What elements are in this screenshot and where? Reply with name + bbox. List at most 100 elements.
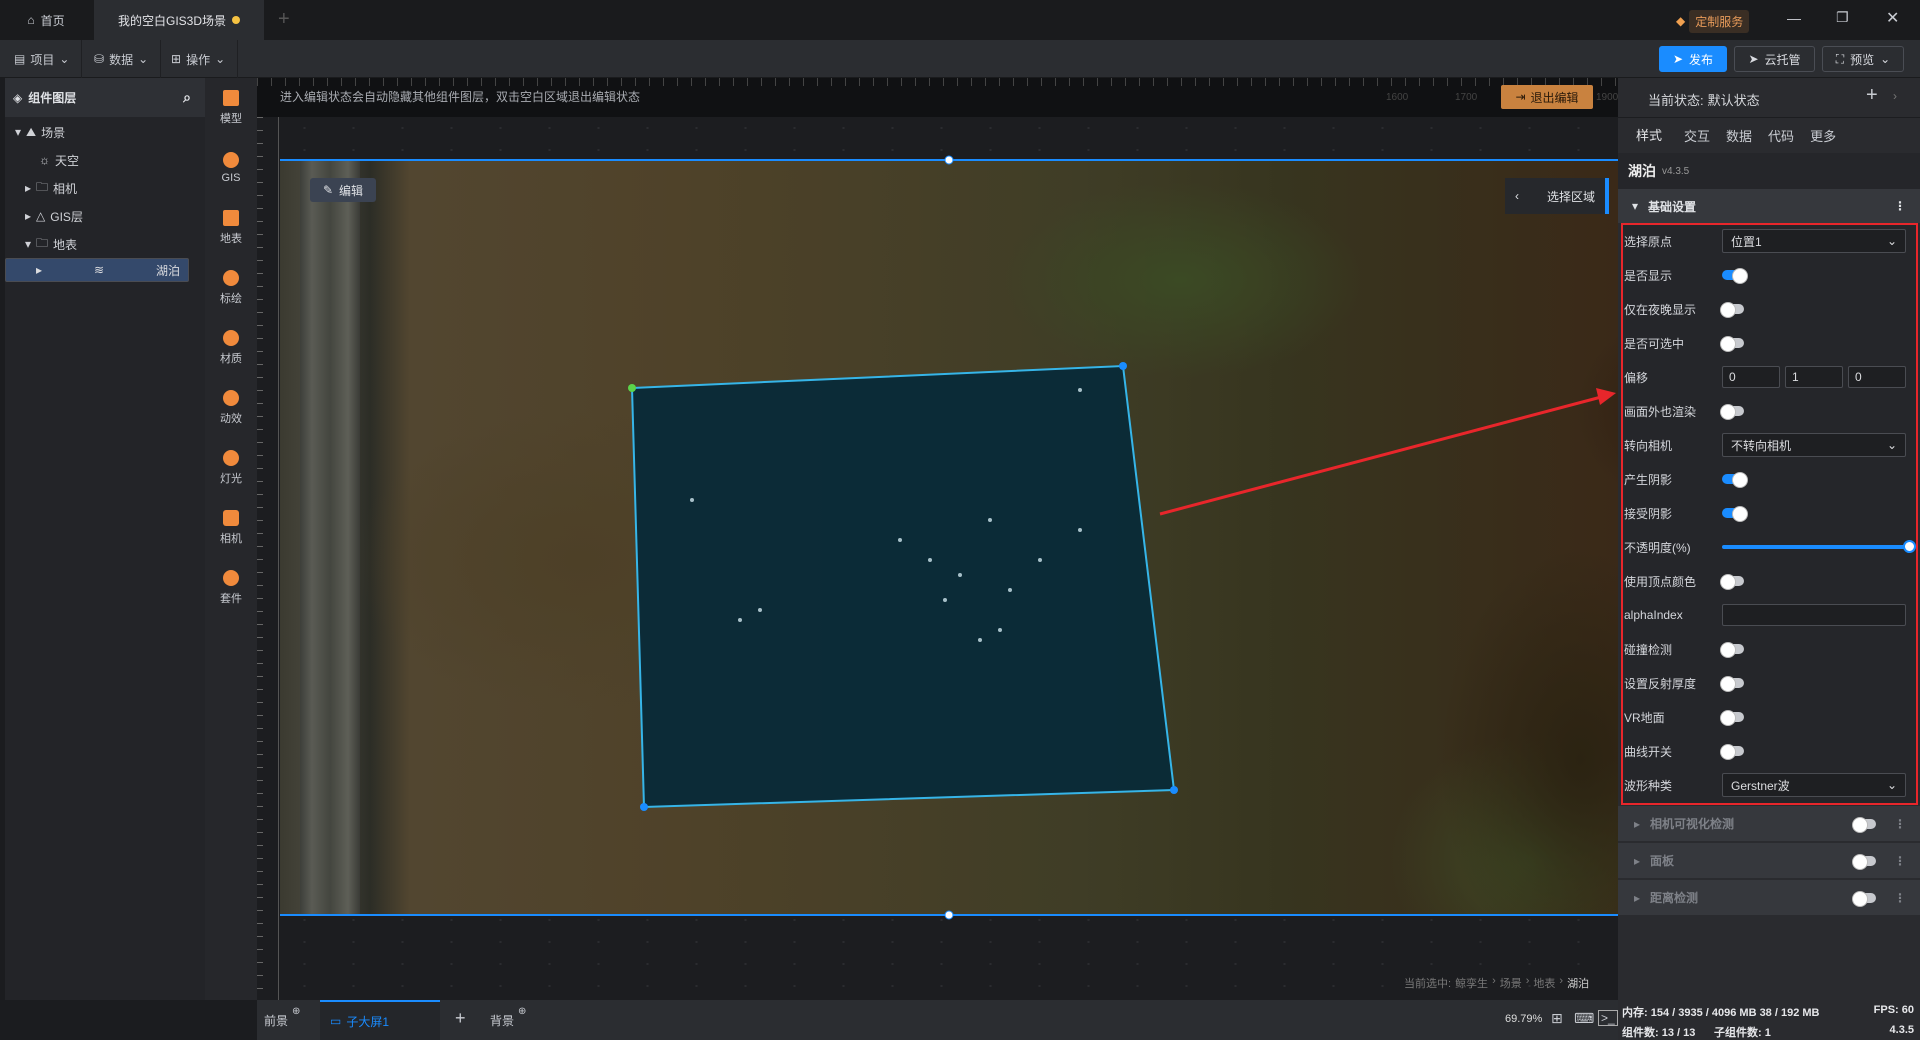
- search-icon[interactable]: ⌕: [183, 89, 191, 106]
- add-circle-icon[interactable]: ⊕: [292, 1006, 300, 1029]
- offset-z-input[interactable]: 0: [1848, 366, 1906, 388]
- night-only-toggle[interactable]: [1720, 302, 1744, 318]
- tree-item-sky[interactable]: ☼ 天空: [5, 146, 205, 174]
- field-face-camera: 转向相机 不转向相机 ⌄: [1622, 428, 1916, 462]
- cast-shadow-toggle[interactable]: [1722, 472, 1748, 488]
- slider-thumb[interactable]: [1903, 540, 1916, 553]
- tree-item-scene[interactable]: ▾ ⛰ 场景: [5, 118, 205, 146]
- iconbar-plot[interactable]: 标绘: [205, 260, 257, 316]
- tab-home[interactable]: ⌂ 首页: [0, 0, 92, 40]
- section-toggle[interactable]: [1852, 816, 1876, 833]
- tab-code[interactable]: 代码: [1768, 126, 1794, 145]
- offset-y-input[interactable]: 1: [1785, 366, 1843, 388]
- caret-down-icon: ▾: [1632, 199, 1639, 213]
- more-vertical-icon[interactable]: ⋮: [1894, 891, 1906, 905]
- section-basic-settings[interactable]: ▾ 基础设置 ⋮: [1618, 189, 1920, 223]
- current-state: 当前状态: 默认状态: [1648, 90, 1760, 109]
- section-toggle[interactable]: [1852, 890, 1876, 907]
- add-circle-icon[interactable]: ⊕: [518, 1006, 526, 1029]
- visible-toggle[interactable]: [1722, 268, 1748, 284]
- unsaved-dot-icon: [232, 16, 240, 24]
- iconbar-gis[interactable]: GIS: [205, 140, 257, 196]
- offset-x-input[interactable]: 0: [1722, 366, 1780, 388]
- select-value: 位置1: [1731, 234, 1762, 249]
- model-icon: [223, 90, 239, 106]
- tab-data[interactable]: 数据: [1726, 126, 1752, 145]
- face-camera-select[interactable]: 不转向相机 ⌄: [1722, 433, 1906, 457]
- edit-badge[interactable]: ✎ 编辑: [310, 178, 376, 202]
- section-distance-detect[interactable]: ▸ 距离检测 ⋮: [1618, 880, 1920, 916]
- add-state-button[interactable]: +: [1866, 84, 1878, 107]
- button-label: 退出编辑: [1530, 90, 1579, 105]
- tab-style[interactable]: 样式: [1630, 116, 1669, 155]
- restore-button[interactable]: ❐: [1836, 9, 1849, 26]
- new-tab-button[interactable]: +: [278, 8, 290, 31]
- state-value[interactable]: 默认状态: [1708, 90, 1760, 109]
- receive-shadow-toggle[interactable]: [1722, 506, 1748, 522]
- iconbar-kit[interactable]: 套件: [205, 560, 257, 616]
- vertex-color-toggle[interactable]: [1720, 574, 1744, 590]
- more-vertical-icon[interactable]: ⋮: [1894, 817, 1906, 831]
- keyboard-icon[interactable]: ⌨: [1574, 1010, 1594, 1027]
- curve-toggle[interactable]: [1720, 744, 1744, 760]
- section-panel[interactable]: ▸ 面板 ⋮: [1618, 843, 1920, 879]
- breadcrumb-item[interactable]: 鲸孪生: [1455, 975, 1488, 991]
- wave-type-select[interactable]: Gerstner波 ⌄: [1722, 773, 1906, 797]
- select-area-button[interactable]: ‹ 选择区域: [1505, 178, 1609, 214]
- tab-scene[interactable]: 我的空白GIS3D场景: [94, 0, 264, 40]
- iconbar-light[interactable]: 灯光: [205, 440, 257, 496]
- reflect-thickness-toggle[interactable]: [1720, 676, 1744, 692]
- alpha-index-input[interactable]: [1722, 604, 1906, 626]
- iconbar-camera[interactable]: 相机: [205, 500, 257, 556]
- breadcrumb-item[interactable]: 地表: [1533, 975, 1555, 991]
- chevron-down-icon: ⌄: [59, 52, 70, 66]
- fit-screen-icon[interactable]: ⊞: [1551, 1010, 1563, 1027]
- iconbar-model[interactable]: 模型: [205, 80, 257, 136]
- tree-item-camera[interactable]: ▸ 🗀 相机: [5, 174, 205, 202]
- publish-button[interactable]: ➤ 发布: [1659, 46, 1727, 72]
- fps: FPS: 60: [1873, 1004, 1914, 1016]
- tab-background[interactable]: 背景 ⊕: [490, 1006, 526, 1029]
- property-tabs: 样式 交互 数据 代码 更多: [1630, 116, 1836, 155]
- section-title: 面板: [1650, 854, 1675, 868]
- chevron-right-icon[interactable]: ›: [1893, 89, 1897, 103]
- opacity-slider[interactable]: [1722, 540, 1916, 553]
- tree-item-gis[interactable]: ▸ △ GIS层: [5, 202, 205, 230]
- section-camera-visibility[interactable]: ▸ 相机可视化检测 ⋮: [1618, 806, 1920, 842]
- tree-item-lake[interactable]: ▸ ≋ 湖泊: [5, 258, 189, 282]
- water-icon: ≋: [93, 263, 105, 277]
- more-vertical-icon[interactable]: ⋮: [1894, 854, 1906, 868]
- tree-label: 天空: [55, 153, 80, 168]
- collision-toggle[interactable]: [1720, 642, 1744, 658]
- origin-select[interactable]: 位置1 ⌄: [1722, 229, 1906, 253]
- iconbar-effect[interactable]: 动效: [205, 380, 257, 436]
- exit-edit-button[interactable]: ⇥ 退出编辑: [1501, 85, 1593, 109]
- ruler-tick-label: 1600: [1386, 92, 1409, 103]
- menu-data[interactable]: ⛁ 数据 ⌄: [82, 40, 162, 78]
- iconbar-material[interactable]: 材质: [205, 320, 257, 376]
- tree-item-ground[interactable]: ▾ 🗀 地表: [5, 230, 205, 258]
- iconbar-ground[interactable]: 地表: [205, 200, 257, 256]
- cloud-host-button[interactable]: ➤ 云托管: [1734, 46, 1815, 72]
- menu-operate[interactable]: ⊞ 操作 ⌄: [159, 40, 239, 78]
- custom-service-button[interactable]: ◆ 定制服务: [1676, 9, 1766, 33]
- tab-sub-screen[interactable]: ▭ 子大屏1: [320, 1000, 440, 1040]
- more-vertical-icon[interactable]: ⋮: [1894, 199, 1906, 213]
- section-toggle[interactable]: [1852, 853, 1876, 870]
- ruler-tick-label: 1700: [1455, 92, 1478, 103]
- offscreen-render-toggle[interactable]: [1720, 404, 1744, 420]
- add-screen-button[interactable]: +: [455, 1008, 466, 1029]
- caret-right-icon: ▸: [36, 263, 43, 277]
- preview-button[interactable]: ⛶ 预览 ⌄: [1822, 46, 1904, 72]
- tab-more[interactable]: 更多: [1810, 126, 1836, 145]
- tab-interaction[interactable]: 交互: [1684, 126, 1710, 145]
- selectable-toggle[interactable]: [1720, 336, 1744, 352]
- tab-foreground[interactable]: 前景 ⊕: [264, 1006, 300, 1029]
- field-label: 接受阴影: [1624, 506, 1673, 521]
- breadcrumb-item[interactable]: 场景: [1500, 975, 1522, 991]
- menu-project[interactable]: ▤ 项目 ⌄: [2, 40, 83, 78]
- vr-ground-toggle[interactable]: [1720, 710, 1744, 726]
- minimize-button[interactable]: —: [1787, 10, 1801, 26]
- terminal-icon[interactable]: >_: [1598, 1010, 1618, 1026]
- close-button[interactable]: ✕: [1886, 8, 1899, 28]
